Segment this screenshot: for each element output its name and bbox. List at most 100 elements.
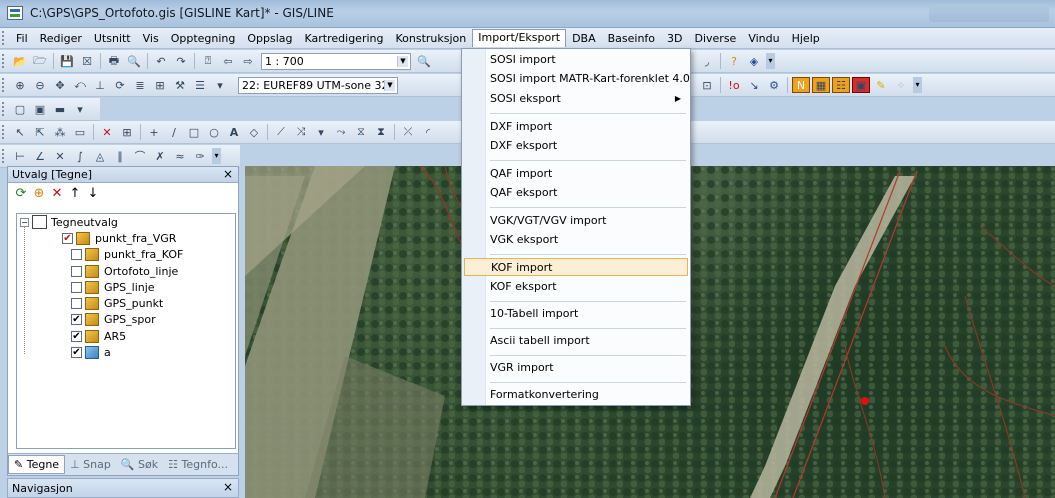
table-icon[interactable]: ▦ [812,77,830,93]
zoom-out-icon[interactable]: ⊖ [31,77,49,93]
toolbar-grip[interactable] [2,31,6,45]
image-icon[interactable]: ▣ [852,77,870,93]
move-up-icon[interactable]: ↑ [66,186,84,201]
chevron-down-icon[interactable]: ▼ [384,79,395,91]
move-down-icon[interactable]: ↓ [84,186,102,201]
curve-icon[interactable]: ⟋ [272,124,290,140]
menu-item-vgk-import[interactable]: VGK/VGT/VGV import [490,212,606,230]
connect-icon[interactable]: ⤳ [332,124,350,140]
node-edit-icon[interactable]: ⧗ [372,124,390,140]
collapse-icon[interactable]: − [20,217,29,227]
grid-icon[interactable]: ⊞ [151,77,169,93]
arc-construct-icon[interactable]: ⌒ [131,148,149,164]
layer-checkbox[interactable]: ✔ [71,347,82,359]
select-help-icon[interactable]: ⍰ [199,53,217,69]
layer-row[interactable]: GPS_punkt [17,295,235,311]
menu-item-sosi-import[interactable]: SOSI import [490,51,556,69]
layer-checkbox[interactable] [71,249,82,261]
parallel-icon[interactable]: ∥ [111,148,129,164]
menu-item-sosi-eksport[interactable]: SOSI eksport ▶ [490,90,686,108]
symbol-tool-icon[interactable]: ⚙ [765,77,783,93]
circle-icon[interactable]: ○ [205,124,223,140]
spline-icon[interactable]: ∫ [71,148,89,164]
menu-item-dxf-eksport[interactable]: DXF eksport [490,137,557,155]
close-file-icon[interactable]: ☒ [78,53,96,69]
print-icon[interactable]: 🖶 [105,53,123,69]
chevron-down-icon[interactable]: ▾ [71,101,89,117]
layer-checkbox[interactable] [71,281,82,293]
help-icon[interactable]: ? [725,53,743,69]
wave-icon[interactable]: ≈ [171,148,189,164]
toolbar-grip[interactable] [2,78,6,92]
menu-item-10-tabell-import[interactable]: 10-Tabell import [490,305,578,323]
layer-row[interactable]: GPS_linje [17,279,235,295]
split-icon[interactable]: ⤨ [292,124,310,140]
frame-icon[interactable]: ▢ [11,101,29,117]
intersect-icon[interactable]: ✕ [51,148,69,164]
open-map-icon[interactable]: 🗁 [31,53,49,69]
pencil-icon[interactable]: ✎ [872,77,890,93]
text-icon[interactable]: A [225,124,243,140]
overflow-icon[interactable]: ▾ [312,124,330,140]
scale-combo[interactable]: 1 : 700 ▼ [261,52,411,70]
forward-icon[interactable]: ⇨ [239,53,257,69]
toolbar-grip[interactable] [2,149,6,163]
menu-konstruksjon[interactable]: Konstruksjon [389,30,472,47]
frame-text-icon[interactable]: ▣ [31,101,49,117]
menu-item-qaf-import[interactable]: QAF import [490,165,552,183]
menu-utsnitt[interactable]: Utsnitt [88,30,137,47]
point-tool-icon[interactable]: !o [725,77,743,93]
cut-line-icon[interactable]: ⤫ [399,124,417,140]
refresh-icon[interactable]: ⟳ [111,77,129,93]
add-layer-icon[interactable]: ⊕ [30,186,48,201]
undo-icon[interactable]: ↶ [152,53,170,69]
node-icon[interactable]: N [792,77,810,93]
back-icon[interactable]: ⇦ [219,53,237,69]
pan-icon[interactable]: ✥ [51,77,69,93]
area-icon[interactable]: ◬ [91,148,109,164]
join-icon[interactable]: ⧖ [352,124,370,140]
layer-checkbox[interactable]: ✔ [71,330,82,342]
layer-row[interactable]: ✔ GPS_spor [17,312,235,328]
layer-checkbox[interactable]: ✔ [62,232,73,244]
menu-item-vgr-import[interactable]: VGR import [490,359,554,377]
menu-oppslag[interactable]: Oppslag [241,30,298,47]
cross-icon[interactable]: ✗ [151,148,169,164]
zoom-previous-icon[interactable]: ⤺ [71,77,89,93]
toolbar-overflow-icon[interactable]: ▾ [913,77,922,93]
menu-hjelp[interactable]: Hjelp [786,30,826,47]
close-icon[interactable]: × [223,167,233,181]
select-arrow-icon[interactable]: ↖ [11,124,29,140]
app-icon[interactable] [7,6,23,20]
delete-icon[interactable]: ✕ [98,124,116,140]
menu-import-eksport[interactable]: Import/Eksport [472,29,567,47]
line-tool-icon[interactable]: ↘ [745,77,763,93]
menu-item-kof-import[interactable]: KOF import [464,258,688,276]
menu-item-kof-eksport[interactable]: KOF eksport [490,278,557,296]
menu-vis[interactable]: Vis [137,30,165,47]
window-controls[interactable] [929,4,1049,22]
open-folder-icon[interactable]: 📂 [11,53,29,69]
line-icon[interactable]: ∕ [165,124,183,140]
toolbar-overflow-icon[interactable]: ▾ [766,53,775,69]
menu-item-vgk-eksport[interactable]: VGK eksport [490,231,558,249]
select-group-icon[interactable]: ⁂ [51,124,69,140]
add-point-icon[interactable]: + [145,124,163,140]
angle-icon[interactable]: ∠ [31,148,49,164]
menu-diverse[interactable]: Diverse [689,30,743,47]
layer-row[interactable]: Ortofoto_linje [17,263,235,279]
refresh-icon[interactable]: ⟳ [12,186,30,201]
toolbar-grip[interactable] [2,54,6,68]
window-select-icon[interactable]: ⊡ [698,77,716,93]
properties-icon[interactable]: ⊞ [118,124,136,140]
menu-rediger[interactable]: Rediger [34,30,88,47]
menu-opptegning[interactable]: Opptegning [165,30,242,47]
tab-tegne[interactable]: ✎ Tegne [8,455,66,474]
tree-root[interactable]: − Tegneutvalg [17,214,235,230]
layers-icon[interactable]: ≣ [131,77,149,93]
menu-3d[interactable]: 3D [661,30,688,47]
close-icon[interactable]: × [223,480,233,494]
brush-icon[interactable]: ✑ [191,148,209,164]
toolbar-grip[interactable] [2,102,6,116]
layer-checkbox[interactable] [71,265,82,277]
